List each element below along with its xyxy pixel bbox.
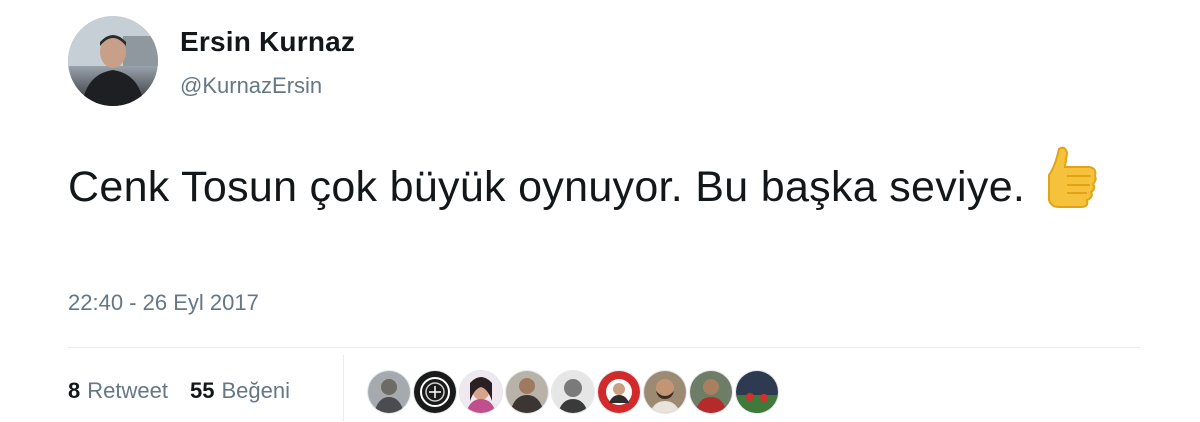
tweet-text-content: Cenk Tosun çok büyük oynuyor. Bu başka s… [68,163,1026,211]
liker-avatar-5[interactable] [551,370,595,414]
tweet-timestamp[interactable]: 22:40 - 26 Eyl 2017 [68,290,259,316]
tweet-card: Ersin Kurnaz @KurnazErsin Cenk Tosun çok… [0,0,1200,422]
liker-avatars [367,370,781,414]
like-stat[interactable]: 55 Beğeni [190,378,290,404]
display-name[interactable]: Ersin Kurnaz [180,26,355,58]
stats-separator [343,355,344,421]
tweet-text: Cenk Tosun çok büyük oynuyor. Bu başka s… [68,145,1128,218]
liker-avatar-1[interactable] [367,370,411,414]
retweet-stat[interactable]: 8 Retweet [68,378,168,404]
like-label: Beğeni [221,378,290,403]
user-avatar[interactable] [68,16,158,106]
liker-avatar-6[interactable] [597,370,641,414]
retweet-count: 8 [68,378,81,403]
retweet-label: Retweet [87,378,168,403]
liker-avatar-3[interactable] [459,370,503,414]
user-handle[interactable]: @KurnazErsin [180,73,322,99]
liker-avatar-8[interactable] [689,370,733,414]
liker-avatar-4[interactable] [505,370,549,414]
liker-avatar-9[interactable] [735,370,779,414]
thumbs-up-icon [1039,145,1099,211]
liker-avatar-2[interactable] [413,370,457,414]
tweet-stats: 8 Retweet 55 Beğeni [68,376,290,406]
liker-avatar-7[interactable] [643,370,687,414]
like-count: 55 [189,378,215,403]
divider [68,347,1140,348]
